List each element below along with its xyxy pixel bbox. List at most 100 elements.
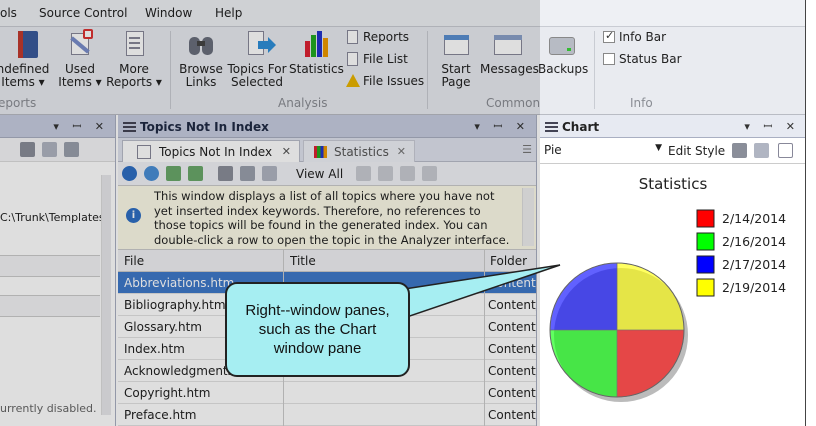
file-issues-button[interactable]: File Issues [346,74,424,88]
info-scrollbar[interactable] [522,188,534,246]
topics-not-in-index-pane: Topics Not In Index ▾ ꟷ ✕ Topics Not In … [118,115,537,426]
chart-title: Statistics [639,175,708,193]
export-icon[interactable] [64,142,79,157]
column-header-title[interactable]: Title [290,254,316,268]
export-icon[interactable] [240,166,255,181]
start-page-icon [441,29,471,61]
reports-small-button[interactable]: Reports [346,30,409,44]
info-bar-checkbox[interactable]: ✓ Info Bar [603,29,667,44]
tab-statistics[interactable]: Statistics ✕ [303,140,415,162]
column-header-folder[interactable]: Folder [490,254,527,268]
info-icon: i [126,208,141,223]
statistics-label: Statistics [289,62,344,76]
group-label-info: Info [630,96,653,110]
backups-button[interactable]: Backups [538,29,588,76]
open-icon[interactable] [166,166,181,181]
callout-text: Right--window panes, such as the Chart w… [245,302,390,357]
undefined-items-button[interactable]: ndefined Items ▾ [0,29,50,89]
preview-icon[interactable] [42,142,57,157]
menu-window[interactable]: Window [145,6,192,20]
chart-type-select[interactable]: Pie ▼ [544,141,662,160]
column-header-file[interactable]: File [124,254,144,268]
nav-next-icon[interactable] [400,166,415,181]
status-bar-label: Status Bar [619,52,682,66]
tab-list-icon[interactable]: ☰ [522,143,532,156]
menu-help[interactable]: Help [215,6,242,20]
cell-folder: Content/ [488,320,537,334]
pie-chart: Statistics 2/14/2014 2/16/2014 2/17/2014 2/… [549,175,786,402]
nav-prev-icon[interactable] [378,166,393,181]
more-reports-button[interactable]: More Reports ▾ [106,29,162,89]
left-row [0,255,100,277]
page-icon[interactable] [778,143,793,158]
cell-folder: Content/ [488,276,537,290]
info-bar-label: Info Bar [619,30,667,44]
print-icon[interactable] [218,166,233,181]
info-text: This window displays a list of all topic… [154,189,510,247]
checkbox-unchecked-icon [603,53,615,65]
browse-links-label-2: Links [185,75,217,89]
start-page-button[interactable]: Start Page [436,29,476,89]
template-path: C:\Trunk\Templates\ [0,211,109,224]
browse-links-button[interactable]: Browse Links [178,29,224,89]
refresh-icon[interactable] [144,166,159,181]
legend-swatch [696,278,715,297]
edit-style-button[interactable]: Edit Style [668,144,725,158]
info-bar: i This window displays a list of all top… [118,186,536,250]
view-all-button[interactable]: View All [296,167,343,181]
menu-source-control[interactable]: Source Control [39,6,127,20]
pie-slice [549,262,618,331]
pie-slice [549,329,618,398]
menu-icon[interactable] [545,122,558,132]
topics-toolbar: View All [118,162,536,186]
chart-pane-titlebar: Chart ▾ ꟷ ✕ [540,115,805,138]
drive-icon [547,29,577,61]
close-icon[interactable]: ✕ [282,145,291,158]
left-pane-scrollbar[interactable] [101,175,111,415]
menu-icon[interactable] [123,122,136,132]
pane-controls[interactable]: ▾ ꟷ ✕ [53,119,109,134]
chart-toolbar: Pie ▼ Edit Style [540,138,805,164]
messages-button[interactable]: Messages [480,29,539,76]
pane-controls[interactable]: ▾ ꟷ ✕ [744,119,800,134]
group-label-common: Common [486,96,541,110]
status-bar-checkbox[interactable]: Status Bar [603,52,682,66]
tab-topics-not-in-index[interactable]: Topics Not In Index ✕ [122,140,300,162]
used-items-button[interactable]: Used Items ▾ [58,29,102,89]
preview-icon[interactable] [754,143,769,158]
menu-tools[interactable]: ols [0,6,17,20]
close-icon[interactable]: ✕ [397,145,406,158]
bar-chart-icon [301,29,331,61]
chart-type-value: Pie [544,143,562,157]
statistics-button[interactable]: Statistics [289,29,344,76]
cell-folder: Content/ [488,386,537,400]
topics-for-selected-button[interactable]: Topics For Selected [227,29,287,89]
ribbon-separator [427,31,428,109]
cell-folder: Content/ [488,408,537,422]
print-icon[interactable] [20,142,35,157]
warning-icon [346,74,360,88]
bar-chart-icon [314,146,327,158]
open-all-icon[interactable] [188,166,203,181]
topics-arrow-icon [242,29,276,61]
legend-label: 2/17/2014 [722,257,786,272]
cell-folder: Content/ [488,342,537,356]
info-icon[interactable] [122,166,137,181]
table-row[interactable]: Copyright.htm Content/ [118,382,536,404]
print-icon[interactable] [732,143,747,158]
file-list-button[interactable]: File List [346,52,408,66]
reports-small-label: Reports [363,30,410,44]
tab-label: Statistics [334,145,389,159]
ribbon-separator [594,31,595,109]
table-row[interactable]: Preface.htm Content/ [118,404,536,426]
cell-folder: Content/ [488,298,537,312]
used-items-label-2: Items ▾ [58,75,102,89]
left-pane-status: urrently disabled. [0,402,97,415]
pie-slice [616,329,685,398]
preview-icon[interactable] [262,166,277,181]
nav-first-icon[interactable] [356,166,371,181]
pane-controls[interactable]: ▾ ꟷ ✕ [474,119,530,134]
nav-last-icon[interactable] [422,166,437,181]
ribbon-separator [170,31,171,109]
legend-label: 2/16/2014 [722,234,786,249]
